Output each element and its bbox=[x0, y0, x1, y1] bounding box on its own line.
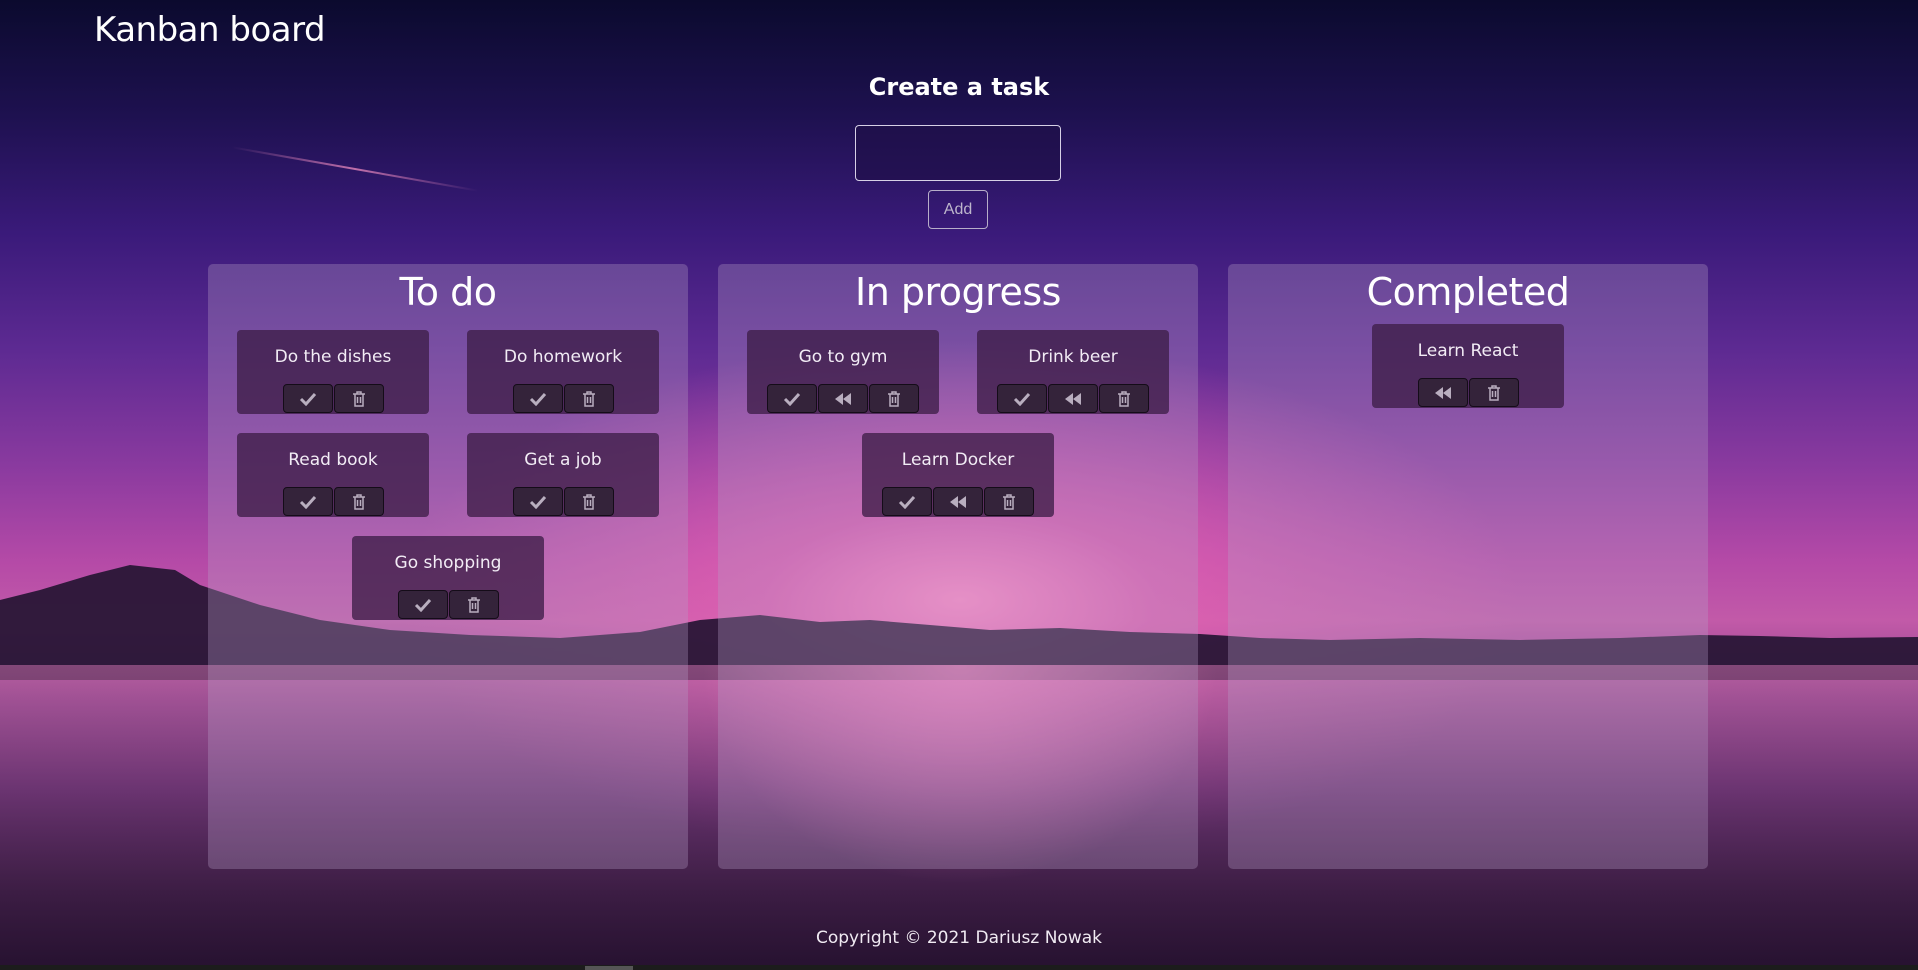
trash-icon bbox=[467, 596, 480, 613]
task-title: Go shopping bbox=[394, 553, 502, 573]
move-back-button[interactable] bbox=[933, 487, 983, 516]
task-input[interactable] bbox=[855, 125, 1061, 181]
task-card: Go shopping bbox=[352, 536, 544, 620]
trash-icon bbox=[1118, 390, 1130, 407]
check-icon bbox=[299, 392, 316, 406]
column-title-in-progress: In progress bbox=[855, 270, 1061, 314]
task-card: Learn React bbox=[1372, 324, 1564, 408]
column-todo: To do Do the dishes Do homework Read boo… bbox=[208, 264, 688, 869]
rewind-icon bbox=[1434, 386, 1451, 399]
add-button[interactable]: Add bbox=[928, 190, 988, 229]
rewind-icon bbox=[950, 495, 966, 508]
trash-icon bbox=[352, 493, 365, 510]
delete-button[interactable] bbox=[563, 384, 614, 413]
task-card: Do homework bbox=[467, 330, 659, 414]
delete-button[interactable] bbox=[333, 487, 384, 516]
task-title: Learn React bbox=[1417, 341, 1519, 361]
task-card: Do the dishes bbox=[237, 330, 429, 414]
task-title: Do homework bbox=[503, 347, 623, 367]
delete-button[interactable] bbox=[563, 487, 614, 516]
rewind-icon bbox=[835, 392, 851, 405]
trash-icon bbox=[888, 390, 900, 407]
trash-icon bbox=[1487, 384, 1500, 401]
scrollbar-thumb[interactable] bbox=[585, 966, 633, 970]
task-title: Read book bbox=[288, 450, 378, 470]
complete-button[interactable] bbox=[397, 590, 448, 619]
task-card: Learn Docker bbox=[862, 433, 1054, 517]
delete-button[interactable] bbox=[869, 384, 919, 413]
task-card: Get a job bbox=[467, 433, 659, 517]
task-card: Drink beer bbox=[977, 330, 1169, 414]
complete-button[interactable] bbox=[882, 487, 932, 516]
create-task-heading: Create a task bbox=[868, 73, 1050, 101]
task-title: Go to gym bbox=[798, 347, 888, 367]
delete-button[interactable] bbox=[1099, 384, 1149, 413]
trash-icon bbox=[582, 390, 595, 407]
complete-button[interactable] bbox=[512, 487, 563, 516]
trash-icon bbox=[1003, 493, 1015, 510]
check-icon bbox=[414, 598, 431, 612]
column-title-todo: To do bbox=[399, 270, 497, 314]
move-back-button[interactable] bbox=[818, 384, 868, 413]
move-back-button[interactable] bbox=[1417, 378, 1468, 407]
move-back-button[interactable] bbox=[1048, 384, 1098, 413]
delete-button[interactable] bbox=[333, 384, 384, 413]
task-card: Read book bbox=[237, 433, 429, 517]
trash-icon bbox=[582, 493, 595, 510]
complete-button[interactable] bbox=[512, 384, 563, 413]
rewind-icon bbox=[1065, 392, 1081, 405]
horizontal-scrollbar[interactable] bbox=[0, 965, 1918, 970]
complete-button[interactable] bbox=[767, 384, 817, 413]
check-icon bbox=[299, 495, 316, 509]
trash-icon bbox=[352, 390, 365, 407]
task-card: Go to gym bbox=[747, 330, 939, 414]
delete-button[interactable] bbox=[984, 487, 1034, 516]
sky-streak bbox=[231, 146, 479, 192]
column-completed: Completed Learn React bbox=[1228, 264, 1708, 869]
app-title: Kanban board bbox=[94, 10, 326, 50]
footer-copyright: Copyright © 2021 Dariusz Nowak bbox=[815, 928, 1102, 948]
check-icon bbox=[898, 495, 916, 509]
check-icon bbox=[783, 392, 801, 406]
delete-button[interactable] bbox=[448, 590, 499, 619]
task-title: Drink beer bbox=[1028, 347, 1118, 367]
delete-button[interactable] bbox=[1468, 378, 1519, 407]
task-title: Do the dishes bbox=[274, 347, 392, 367]
check-icon bbox=[1013, 392, 1031, 406]
column-title-completed: Completed bbox=[1366, 270, 1570, 314]
column-in-progress: In progress Go to gym Drink beer Learn D… bbox=[718, 264, 1198, 869]
check-icon bbox=[529, 392, 546, 406]
complete-button[interactable] bbox=[282, 384, 333, 413]
task-title: Learn Docker bbox=[901, 450, 1015, 470]
task-title: Get a job bbox=[524, 450, 602, 470]
check-icon bbox=[529, 495, 546, 509]
complete-button[interactable] bbox=[997, 384, 1047, 413]
complete-button[interactable] bbox=[282, 487, 333, 516]
